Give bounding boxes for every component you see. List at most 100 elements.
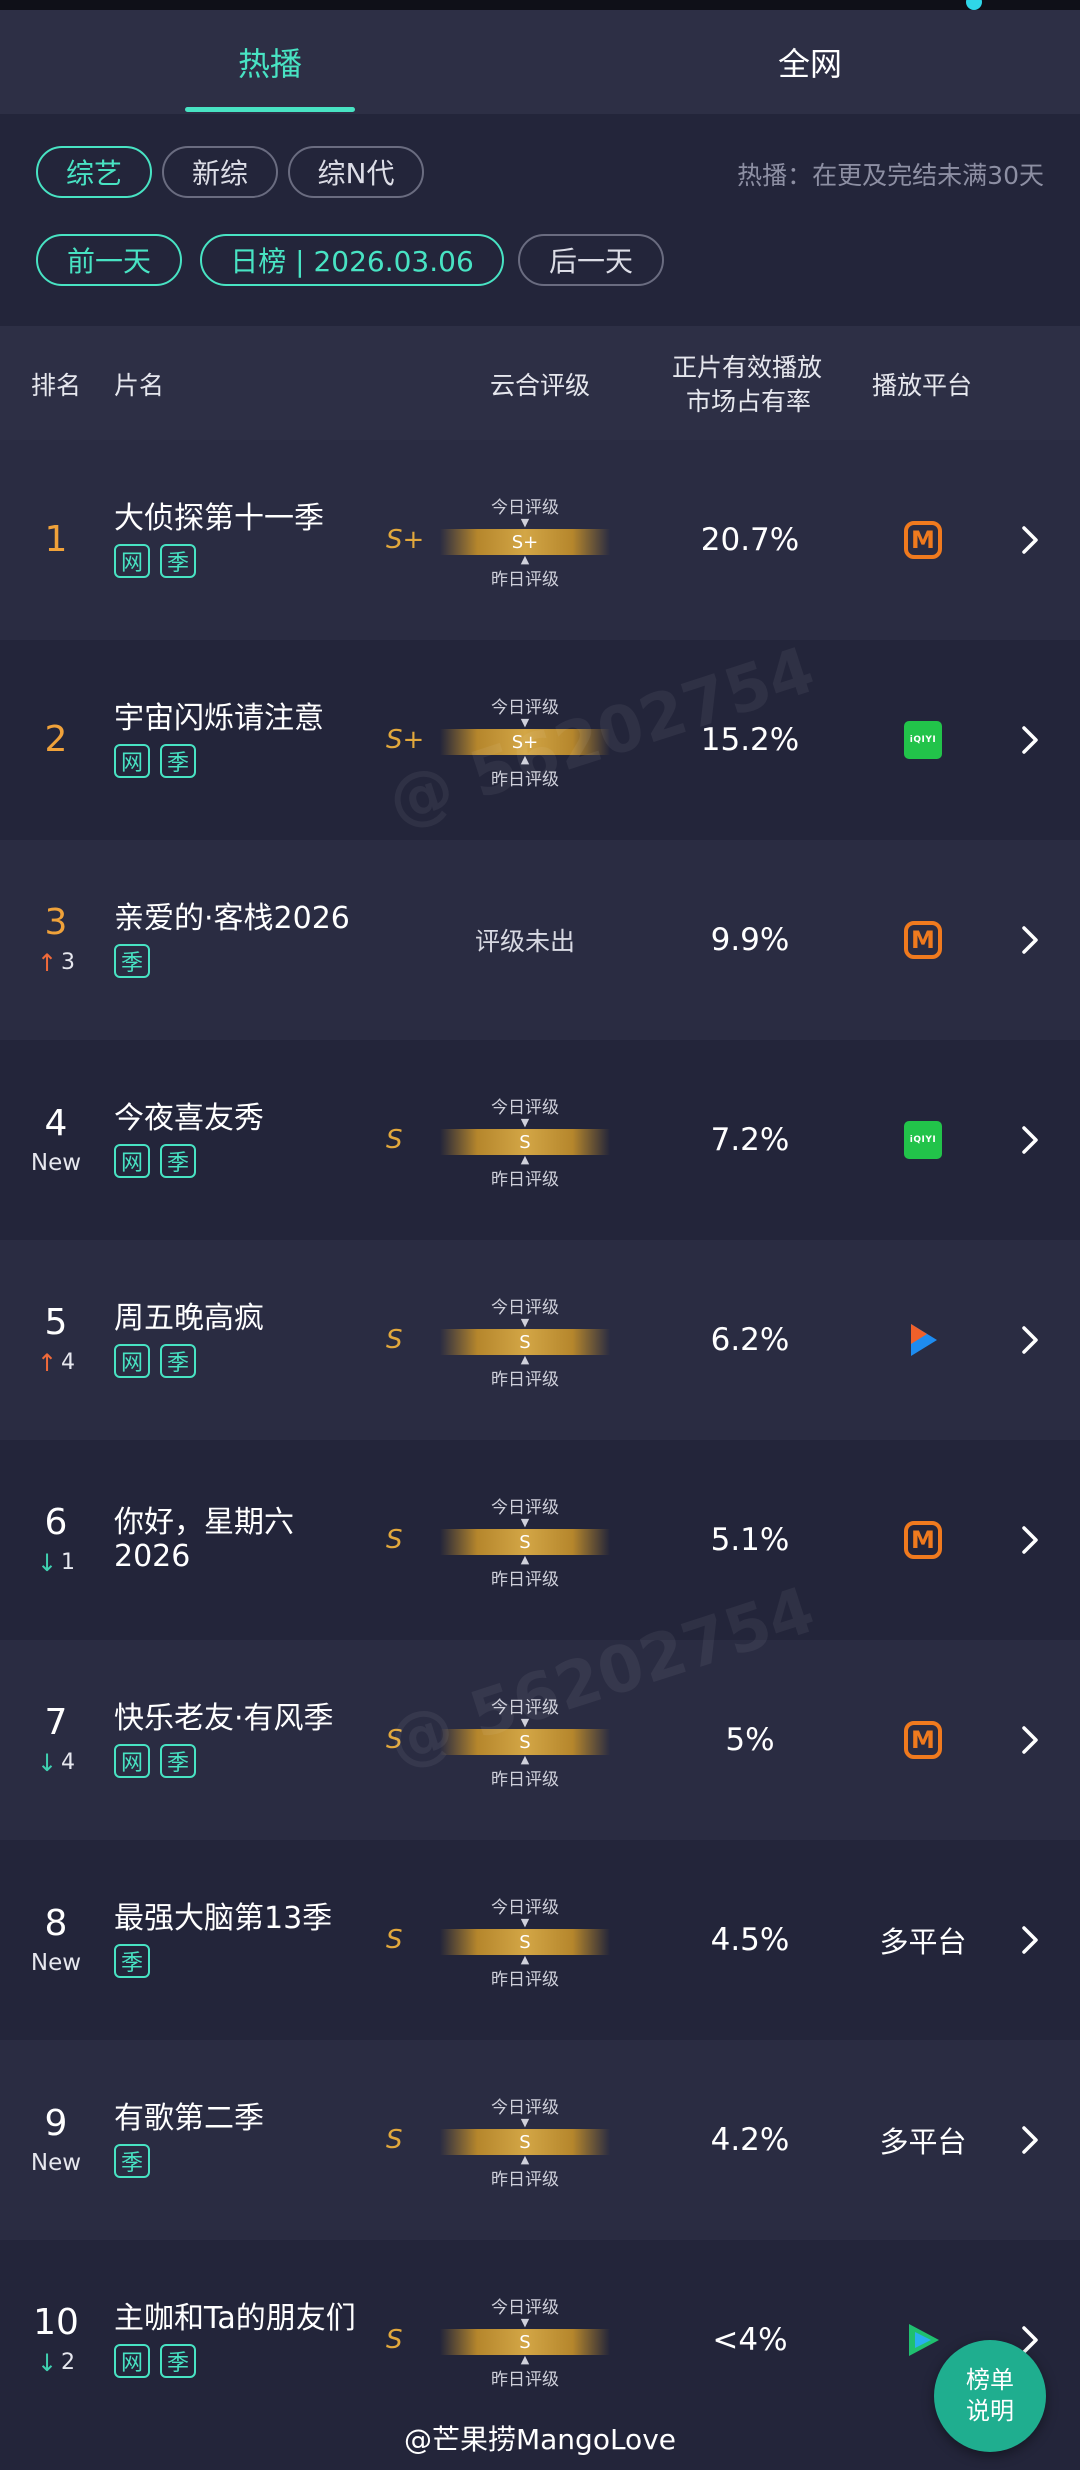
chevron-right-icon[interactable] bbox=[1010, 1040, 1050, 1240]
show-tag-badge: 网 bbox=[114, 744, 150, 779]
rating-bar: S+ bbox=[440, 529, 610, 555]
platform-cell: M bbox=[860, 840, 986, 1040]
show-title: 快乐老友·有风季 bbox=[114, 1700, 334, 1736]
title-cell: 今夜喜友秀网季 bbox=[114, 1040, 394, 1240]
rating-bar: S+ bbox=[440, 729, 610, 755]
show-tag-badge: 季 bbox=[114, 2144, 150, 2179]
rank-change-value: 4 bbox=[61, 1350, 76, 1376]
rank-change: ↓ 2 bbox=[37, 2349, 75, 2377]
chevron-right-icon[interactable] bbox=[1010, 1440, 1050, 1640]
rank-change: ↑ 3 bbox=[37, 949, 75, 977]
market-share-value: 4.2% bbox=[710, 2122, 790, 2158]
header-title: 片名 bbox=[114, 371, 165, 400]
chevron-right-icon[interactable] bbox=[1010, 1240, 1050, 1440]
rank-number: 3 bbox=[44, 902, 68, 944]
table-row[interactable]: 3 ↑ 3 亲爱的·客栈2026 季评级未出 9.9% M bbox=[0, 840, 1080, 1040]
tab-hot[interactable]: 热播 bbox=[0, 10, 540, 114]
rating-cell: 今日评级 ▼ S ▲ 昨日评级 bbox=[440, 1440, 610, 1640]
prev-day-button[interactable]: 前一天 bbox=[36, 234, 182, 286]
rank-change-value: 3 bbox=[61, 950, 76, 976]
show-title: 亲爱的·客栈2026 bbox=[114, 900, 350, 936]
chip-variety[interactable]: 综艺 bbox=[36, 146, 152, 198]
header-rating: 云合评级 bbox=[490, 371, 591, 400]
tab-all-web[interactable]: 全网 bbox=[540, 10, 1080, 114]
table-row[interactable]: 1 大侦探第十一季网季 S+ 今日评级 ▼ S+ ▲ 昨日评级 20.7% M bbox=[0, 440, 1080, 640]
next-day-button[interactable]: 后一天 bbox=[518, 234, 664, 286]
rank-number: 6 bbox=[44, 1502, 68, 1544]
rating-cell: 今日评级 ▼ S ▲ 昨日评级 bbox=[440, 1640, 610, 1840]
marker-down-icon: ▼ bbox=[520, 1716, 530, 1729]
platform-cell: M bbox=[860, 1640, 986, 1840]
arrow-down-icon: ↓ bbox=[36, 2348, 58, 2377]
mango-tv-icon: M bbox=[904, 921, 942, 959]
rank-change-value: 1 bbox=[61, 1550, 76, 1576]
show-tags: 网季 bbox=[114, 544, 394, 579]
chevron-right-icon[interactable] bbox=[1010, 1640, 1050, 1840]
grade-label: S+ bbox=[386, 725, 425, 755]
market-share-value: 5.1% bbox=[710, 1522, 790, 1558]
show-tag-badge: 季 bbox=[114, 1944, 150, 1979]
mango-tv-icon: M bbox=[904, 521, 942, 559]
yesterday-rating-label: 昨日评级 bbox=[491, 770, 559, 790]
scroll-indicator-dot bbox=[966, 0, 982, 10]
rating-bar: S bbox=[440, 2329, 610, 2355]
grade-label: S bbox=[386, 1125, 403, 1155]
title-cell: 最强大脑第13季季 bbox=[114, 1840, 394, 2040]
arrow-down-icon: ↓ bbox=[36, 1748, 58, 1777]
show-title: 你好，星期六 2026 bbox=[114, 1504, 294, 1574]
no-rating-text: 评级未出 bbox=[474, 927, 575, 956]
grade-label: S bbox=[386, 1525, 403, 1555]
chip-sequel-variety[interactable]: 综N代 bbox=[288, 146, 424, 198]
rank-number: 10 bbox=[33, 2302, 79, 2344]
title-cell: 周五晚高疯网季 bbox=[114, 1240, 394, 1440]
chevron-right-icon[interactable] bbox=[1010, 440, 1050, 640]
rank-change-value: 2 bbox=[61, 2350, 76, 2376]
table-row[interactable]: 8 New 最强大脑第13季季 S 今日评级 ▼ S ▲ 昨日评级 4.5% 多平台 bbox=[0, 1840, 1080, 2040]
chevron-right-icon[interactable] bbox=[1010, 1840, 1050, 2040]
rank-number: 4 bbox=[44, 1103, 68, 1145]
rank-change-value: 4 bbox=[61, 1750, 76, 1776]
today-rating-label: 今日评级 bbox=[491, 1898, 559, 1918]
chevron-right-icon[interactable] bbox=[1010, 840, 1050, 1040]
title-cell: 快乐老友·有风季网季 bbox=[114, 1640, 394, 1840]
show-tag-badge: 季 bbox=[160, 2344, 196, 2379]
rating-bar: S bbox=[440, 1529, 610, 1555]
grade-label: S+ bbox=[386, 525, 425, 555]
rank-number: 2 bbox=[44, 719, 68, 761]
platform-cell: M bbox=[860, 440, 986, 640]
rank-change: New bbox=[31, 1150, 81, 1176]
rating-bar: S bbox=[440, 2129, 610, 2155]
chevron-right-icon[interactable] bbox=[1010, 640, 1050, 840]
table-row[interactable]: 9 New 有歌第二季季 S 今日评级 ▼ S ▲ 昨日评级 4.2% 多平台 bbox=[0, 2040, 1080, 2240]
show-tags: 季 bbox=[114, 1944, 394, 1979]
title-cell: 主咖和Ta的朋友们网季 bbox=[114, 2240, 394, 2440]
yesterday-rating-label: 昨日评级 bbox=[491, 1370, 559, 1390]
ranking-explanation-button[interactable]: 榜单 说明 bbox=[934, 2340, 1046, 2452]
date-selector[interactable]: 日榜 | 2026.03.06 bbox=[200, 234, 504, 286]
today-rating-label: 今日评级 bbox=[491, 2098, 559, 2118]
show-tag-badge: 网 bbox=[114, 1144, 150, 1179]
title-cell: 大侦探第十一季网季 bbox=[114, 440, 394, 640]
rank-cell: 8 New bbox=[0, 1840, 112, 2040]
table-row[interactable]: 10 ↓ 2 主咖和Ta的朋友们网季 S 今日评级 ▼ S ▲ 昨日评级 <4% bbox=[0, 2240, 1080, 2440]
marker-down-icon: ▼ bbox=[520, 2316, 530, 2329]
grade-label: S bbox=[386, 1925, 403, 1955]
chip-new-variety[interactable]: 新综 bbox=[162, 146, 278, 198]
platform-text: 多平台 bbox=[879, 1925, 967, 1959]
table-row[interactable]: 5 ↑ 4 周五晚高疯网季 S 今日评级 ▼ S ▲ 昨日评级 6.2% bbox=[0, 1240, 1080, 1440]
fab-label-line1: 榜单 bbox=[966, 2365, 1014, 2394]
table-row[interactable]: 7 ↓ 4 快乐老友·有风季网季 S 今日评级 ▼ S ▲ 昨日评级 5% M bbox=[0, 1640, 1080, 1840]
chevron-right-icon[interactable] bbox=[1010, 2040, 1050, 2240]
grade-label: S bbox=[386, 1725, 403, 1755]
show-tag-badge: 网 bbox=[114, 1344, 150, 1379]
arrow-down-icon: ↓ bbox=[36, 1548, 58, 1577]
table-row[interactable]: 4 New 今夜喜友秀网季 S 今日评级 ▼ S ▲ 昨日评级 7.2% iQIYI bbox=[0, 1040, 1080, 1240]
platform-text: 多平台 bbox=[879, 2125, 967, 2159]
table-row[interactable]: 6 ↓ 1 你好，星期六 2026 S 今日评级 ▼ S ▲ 昨日评级 5.1% M bbox=[0, 1440, 1080, 1640]
title-cell: 有歌第二季季 bbox=[114, 2040, 394, 2240]
show-tag-badge: 季 bbox=[114, 944, 150, 979]
rank-number: 1 bbox=[44, 519, 68, 561]
rating-bar: S bbox=[440, 1329, 610, 1355]
table-row[interactable]: 2 宇宙闪烁请注意网季 S+ 今日评级 ▼ S+ ▲ 昨日评级 15.2% iQIYI bbox=[0, 640, 1080, 840]
weibo-credit: @芒果捞MangoLove bbox=[403, 2423, 676, 2456]
